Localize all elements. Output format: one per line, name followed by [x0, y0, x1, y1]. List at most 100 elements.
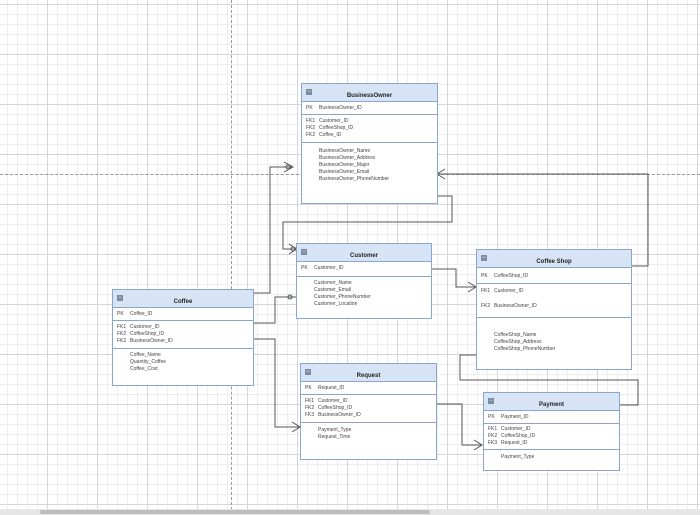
fk-row: FK3 Request_ID — [484, 439, 619, 446]
scrollbar-thumb[interactable] — [40, 510, 430, 514]
field-name: Payment_ID — [501, 414, 529, 420]
key-label: FK3 — [488, 440, 498, 446]
attribute-section: Payment_Type — [484, 450, 619, 461]
attribute-section: BusinessOwner_Name BusinessOwner_Address… — [302, 143, 437, 183]
attribute-row: CoffeeShop_PhoneNumber — [477, 346, 631, 353]
field-name: Coffee_Name — [130, 352, 161, 358]
attribute-row: Customer_Location — [297, 301, 431, 308]
field-name: Quantity_Coffee — [130, 359, 167, 365]
key-label: FK1 — [481, 288, 491, 294]
entity-title: Customer — [349, 253, 378, 259]
attribute-section: Coffee_Name Quantity_Coffee Coffee_Cost — [113, 349, 253, 373]
field-name: Request_ID — [318, 385, 345, 391]
fk-row: FK2 CoffeeShop_ID — [113, 330, 253, 337]
attribute-row: Coffee_Name — [113, 352, 253, 359]
primary-key-section: PK Coffee_ID — [113, 308, 253, 321]
key-label: FK2 — [306, 132, 316, 138]
entity-title: Coffee Shop — [536, 259, 572, 265]
entity-coffee-shop[interactable]: − Coffee Shop PK CoffeeShop_ID FK1 Custom… — [476, 249, 632, 370]
collapse-icon[interactable]: − — [488, 398, 494, 404]
field-name: BusinessOwner_ID — [319, 105, 362, 111]
connector-coffee-request — [254, 338, 300, 428]
field-name: BusinessOwner_Address — [319, 155, 376, 161]
foreign-key-section: FK1 Customer_ID FK2 CoffeeShop_ID FK2 Busin… — [113, 321, 253, 349]
fk-row: FK2 CoffeeShop_ID — [302, 124, 437, 131]
attribute-row: CoffeeShop_Address — [477, 339, 631, 346]
entity-request[interactable]: − Request PK Request_ID FK1 Customer_ID F… — [300, 363, 437, 460]
attribute-row: BusinessOwner_Major — [302, 162, 437, 169]
connector-customer-coffeeshop — [431, 268, 476, 288]
connector-request-payment — [437, 403, 482, 446]
entity-payment[interactable]: − Payment PK Payment_ID FK1 Customer_ID F… — [483, 392, 620, 471]
key-label: PK — [306, 105, 313, 111]
entity-title: Request — [356, 373, 381, 379]
field-name: Customer_Name — [314, 280, 352, 286]
collapse-icon[interactable]: − — [305, 369, 311, 375]
entity-title: Coffee — [173, 299, 193, 305]
field-name: BusinessOwner_ID — [130, 338, 173, 344]
fk-row: FK1 Customer_ID — [484, 425, 619, 432]
field-name: Coffee_ID — [319, 132, 342, 138]
fk-row: FK1 Customer_ID — [113, 323, 253, 330]
field-name: Customer_Location — [314, 301, 358, 307]
primary-key-section: PK CoffeeShop_ID — [477, 268, 631, 284]
attribute-row: Customer_PhoneNumber — [297, 294, 431, 301]
attribute-row: Coffee_Cost — [113, 366, 253, 373]
field-name: BusinessOwner_Email — [319, 169, 370, 175]
foreign-key-section: FK1 Customer_ID FK2 CoffeeShop_ID FK3 Busin… — [301, 395, 436, 423]
collapse-icon[interactable]: − — [306, 89, 312, 95]
field-name: BusinessOwner_Major — [319, 162, 370, 168]
entity-header: − Coffee — [113, 290, 253, 308]
primary-key-section: PK Request_ID — [301, 382, 436, 395]
entity-header: − Payment — [484, 393, 619, 411]
field-name: Request_ID — [501, 440, 528, 446]
entity-coffee[interactable]: − Coffee PK Coffee_ID FK1 Customer_ID FK2… — [112, 289, 254, 386]
fk-row: FK2 CoffeeShop_ID — [301, 404, 436, 411]
attribute-section: Customer_Name Customer_Email Customer_Ph… — [297, 277, 431, 308]
attribute-row: BusinessOwner_Name — [302, 148, 437, 155]
foreign-key-section: FK1 Customer_ID FK2 CoffeeShop_ID FK2 Coffe… — [302, 115, 437, 143]
attribute-row: Payment_Type — [484, 454, 619, 461]
fk-row: FK2 BusinessOwner_ID — [477, 302, 631, 309]
attribute-row: BusinessOwner_Address — [302, 155, 437, 162]
attribute-row: BusinessOwner_PhoneNumber — [302, 176, 437, 183]
foreign-key-section: FK1 Customer_ID FK2 CoffeeShop_ID FK3 Reque… — [484, 424, 619, 450]
field-name: CoffeeShop_PhoneNumber — [494, 346, 556, 352]
attribute-row: Payment_Type — [301, 427, 436, 434]
entity-customer[interactable]: − Customer PK Customer_ID Customer_Name … — [296, 243, 432, 319]
entity-businessowner[interactable]: − BusinessOwner PK BusinessOwner_ID FK1 C… — [301, 83, 438, 204]
collapse-icon[interactable]: − — [301, 249, 307, 255]
field-name: BusinessOwner_PhoneNumber — [319, 176, 390, 182]
fk-row: FK1 Customer_ID — [302, 117, 437, 124]
field-name: Customer_ID — [494, 288, 524, 294]
attribute-section: Payment_Type Request_Time — [301, 423, 436, 441]
entity-title: Payment — [538, 402, 564, 408]
primary-key-section: PK Customer_ID — [297, 262, 431, 277]
fk-row: FK1 Customer_ID — [301, 397, 436, 404]
field-name: BusinessOwner_ID — [494, 303, 537, 309]
key-label: FK2 — [117, 338, 127, 344]
entity-header: − Coffee Shop — [477, 250, 631, 268]
field-name: Customer_PhoneNumber — [314, 294, 371, 300]
attribute-section: CoffeeShop_Name CoffeeShop_Address Coffe… — [477, 318, 631, 353]
fk-row: FK1 Customer_ID — [477, 287, 631, 302]
fk-row: FK2 CoffeeShop_ID — [484, 432, 619, 439]
entity-header: − Request — [301, 364, 436, 382]
field-name: CoffeeShop_Name — [494, 332, 537, 338]
attribute-row: Request_Time — [301, 434, 436, 441]
collapse-icon[interactable]: − — [481, 255, 487, 261]
collapse-icon[interactable]: − — [117, 295, 123, 301]
field-name: Customer_Email — [314, 287, 351, 293]
attribute-row: Quantity_Coffee — [113, 359, 253, 366]
field-name: Request_Time — [318, 434, 351, 440]
entity-header: − BusinessOwner — [302, 84, 437, 102]
entity-title: BusinessOwner — [346, 93, 393, 99]
field-name: BusinessOwner_Name — [319, 148, 371, 154]
field-name: Coffee_ID — [130, 311, 153, 317]
key-label: PK — [481, 273, 488, 279]
field-name: CoffeeShop_Address — [494, 339, 542, 345]
attribute-row: Customer_Name — [297, 280, 431, 287]
field-name: CoffeeShop_ID — [494, 273, 529, 279]
field-name: Payment_Type — [318, 427, 352, 433]
connector-coffee-customer — [254, 296, 296, 324]
